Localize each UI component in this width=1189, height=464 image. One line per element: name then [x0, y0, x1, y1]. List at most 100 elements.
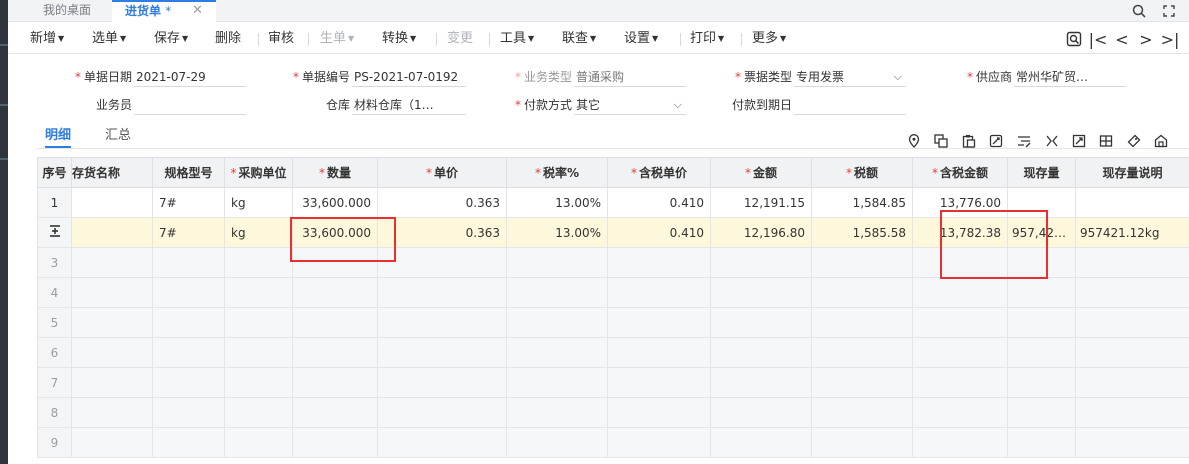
delete-button[interactable]: 删除 — [215, 24, 241, 54]
empty-cell[interactable] — [607, 367, 711, 398]
empty-cell[interactable] — [377, 277, 507, 308]
empty-cell[interactable] — [224, 427, 293, 458]
cell-amount[interactable]: 12,196.80 — [710, 217, 812, 248]
empty-cell[interactable] — [710, 367, 812, 398]
empty-cell[interactable] — [1007, 307, 1076, 338]
table-row-empty[interactable]: 5 — [37, 307, 1189, 338]
biz-type-field[interactable]: 普通采购 — [574, 67, 686, 87]
cell-amount[interactable]: 12,191.15 — [710, 187, 812, 218]
col-header-spec[interactable]: 规格型号 — [152, 157, 225, 188]
invoice-type-select[interactable]: 专用发票 ⌵ — [794, 67, 906, 87]
empty-cell[interactable] — [1075, 307, 1189, 338]
empty-cell[interactable] — [710, 397, 812, 428]
empty-cell[interactable] — [1075, 337, 1189, 368]
empty-cell[interactable] — [292, 367, 378, 398]
col-header-name[interactable]: 存货名称 — [71, 157, 153, 188]
empty-cell[interactable] — [377, 367, 507, 398]
empty-cell[interactable] — [152, 307, 225, 338]
col-header-taxamount[interactable]: * 含税金额 — [912, 157, 1008, 188]
empty-cell[interactable] — [607, 307, 711, 338]
col-header-qty[interactable]: * 数量 — [292, 157, 378, 188]
table-row-empty[interactable]: 6 — [37, 337, 1189, 368]
empty-cell[interactable] — [506, 427, 608, 458]
clerk-field[interactable] — [134, 95, 246, 115]
col-header-unit[interactable]: * 采购单位 — [224, 157, 293, 188]
warehouse-field[interactable]: 材料仓库（1… — [352, 95, 466, 115]
cell-name[interactable] — [71, 217, 153, 248]
cell-taxrate[interactable]: 13.00% — [506, 217, 608, 248]
copy-row-icon[interactable] — [932, 131, 950, 151]
empty-cell[interactable] — [811, 367, 913, 398]
empty-cell[interactable] — [1075, 367, 1189, 398]
empty-cell[interactable] — [811, 427, 913, 458]
cell-name[interactable] — [71, 187, 153, 218]
empty-cell[interactable] — [1075, 247, 1189, 278]
empty-cell[interactable] — [71, 247, 153, 278]
cell-unit[interactable]: kg — [224, 217, 293, 248]
first-record-icon[interactable]: |< — [1087, 24, 1109, 54]
tab-detail[interactable]: 明细 — [45, 126, 72, 148]
query-button[interactable]: 联查 ▼ — [562, 24, 596, 54]
empty-cell[interactable] — [811, 277, 913, 308]
empty-cell[interactable] — [377, 427, 507, 458]
date-field[interactable]: 2021-07-29 — [134, 67, 246, 87]
previous-record-icon[interactable]: < — [1111, 24, 1133, 54]
empty-cell[interactable] — [71, 307, 153, 338]
paste-row-icon[interactable] — [960, 131, 978, 151]
empty-cell[interactable] — [377, 307, 507, 338]
empty-cell[interactable] — [1075, 427, 1189, 458]
col-header-stock[interactable]: 现存量 — [1007, 157, 1076, 188]
col-header-amount[interactable]: * 金额 — [710, 157, 812, 188]
audit-button[interactable]: 审核 — [268, 24, 294, 54]
empty-cell[interactable] — [811, 397, 913, 428]
empty-cell[interactable] — [710, 337, 812, 368]
col-header-stocknote[interactable]: 现存量说明 — [1075, 157, 1189, 188]
tab-purchase-receipt[interactable]: 进货单 * ✕ — [112, 0, 216, 22]
empty-cell[interactable] — [71, 367, 153, 398]
cell-tax[interactable]: 1,584.85 — [811, 187, 913, 218]
empty-cell[interactable] — [152, 427, 225, 458]
row-insert-handle[interactable] — [37, 217, 72, 248]
change-button[interactable]: 变更 — [447, 24, 473, 54]
empty-cell[interactable] — [152, 337, 225, 368]
empty-cell[interactable] — [506, 247, 608, 278]
table-row-empty[interactable]: 8 — [37, 397, 1189, 428]
split-row-icon[interactable] — [1043, 131, 1061, 151]
empty-cell[interactable] — [506, 397, 608, 428]
empty-cell[interactable] — [152, 367, 225, 398]
supplier-field[interactable]: 常州华矿贸… — [1014, 67, 1126, 87]
batch-edit-icon[interactable] — [987, 131, 1005, 151]
empty-cell[interactable] — [607, 397, 711, 428]
empty-cell[interactable] — [152, 247, 225, 278]
empty-cell[interactable] — [71, 337, 153, 368]
empty-cell[interactable] — [71, 277, 153, 308]
tab-close-icon[interactable]: ✕ — [192, 2, 203, 20]
empty-cell[interactable] — [912, 337, 1008, 368]
col-header-taxrate[interactable]: * 税率% — [506, 157, 608, 188]
empty-cell[interactable] — [710, 277, 812, 308]
location-pin-icon[interactable] — [905, 131, 923, 151]
settings-button[interactable]: 设置 ▼ — [624, 24, 658, 54]
convert-button[interactable]: 转换 ▼ — [382, 24, 416, 54]
generate-document-button[interactable]: 生单 ▼ — [320, 24, 354, 54]
empty-cell[interactable] — [811, 307, 913, 338]
empty-cell[interactable] — [912, 397, 1008, 428]
cell-unit[interactable]: kg — [224, 187, 293, 218]
empty-cell[interactable] — [607, 247, 711, 278]
due-date-field[interactable] — [794, 95, 906, 115]
tab-summary[interactable]: 汇总 — [105, 126, 131, 148]
empty-cell[interactable] — [811, 337, 913, 368]
format-icon[interactable] — [1015, 131, 1033, 151]
empty-cell[interactable] — [710, 247, 812, 278]
empty-cell[interactable] — [1007, 397, 1076, 428]
empty-cell[interactable] — [377, 247, 507, 278]
cell-price[interactable]: 0.363 — [377, 217, 507, 248]
insert-row-icon[interactable] — [49, 224, 61, 241]
warehouse-icon[interactable] — [1152, 131, 1170, 151]
cell-stocknote[interactable] — [1075, 187, 1189, 218]
col-header-price[interactable]: * 单价 — [377, 157, 507, 188]
empty-cell[interactable] — [292, 277, 378, 308]
export-icon[interactable] — [1070, 131, 1088, 151]
empty-cell[interactable] — [224, 307, 293, 338]
empty-cell[interactable] — [607, 427, 711, 458]
